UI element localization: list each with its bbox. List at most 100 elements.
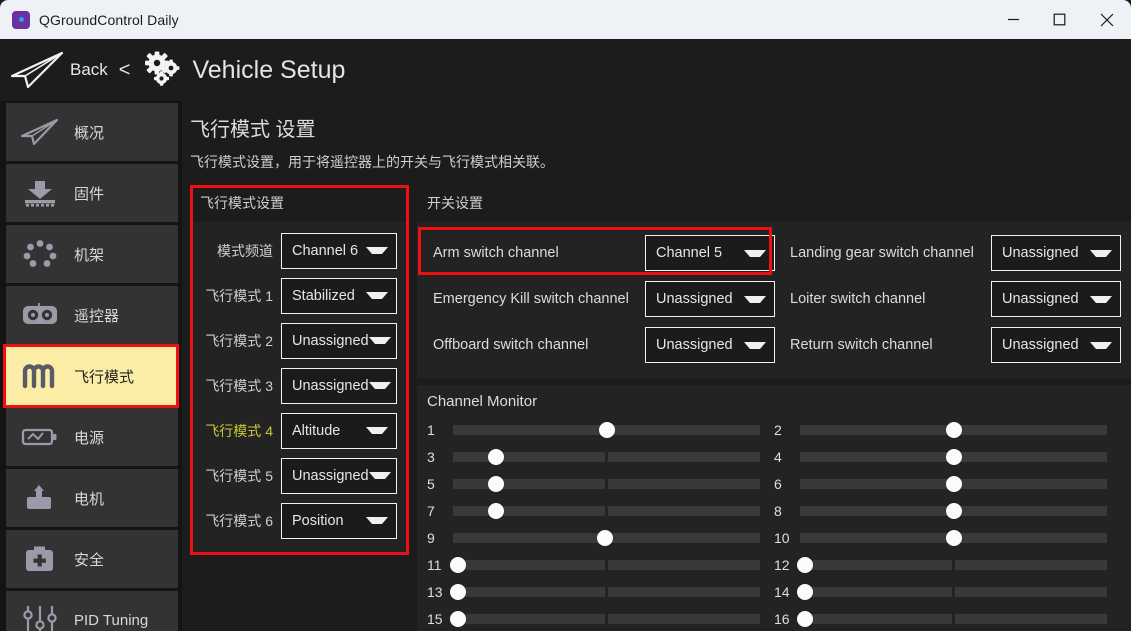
- switch-channel-dropdown[interactable]: Unassigned: [645, 327, 775, 363]
- chevron-down-icon: [369, 382, 391, 389]
- channel-bar-right-half: [608, 479, 760, 489]
- flight-mode-row: 飞行模式 3Unassigned: [202, 363, 397, 408]
- chevron-down-icon: [369, 337, 391, 344]
- maximize-button[interactable]: [1036, 0, 1082, 39]
- flight-mode-label: 飞行模式 5: [202, 466, 273, 486]
- window-titlebar: QGroundControl Daily: [0, 0, 1131, 39]
- chevron-down-icon: [744, 250, 766, 257]
- flight-mode-dropdown[interactable]: Channel 6: [281, 233, 397, 269]
- channel-bar-right-half: [955, 533, 1107, 543]
- channel-monitor-row: 6: [774, 470, 1121, 497]
- flight-mode-dropdown[interactable]: Unassigned: [281, 368, 397, 404]
- switch-channel-value: Unassigned: [1002, 337, 1079, 353]
- main-content: 飞行模式 设置 飞行模式设置，用于将遥控器上的开关与飞行模式相关联。 飞行模式设…: [182, 101, 1131, 631]
- switch-channel-dropdown[interactable]: Unassigned: [991, 281, 1121, 317]
- sidebar-item-motors[interactable]: 电机: [6, 469, 178, 527]
- safety-kit-icon: [20, 542, 60, 576]
- channel-bar-left-half: [800, 479, 952, 489]
- channel-number: 7: [427, 503, 453, 519]
- switch-label: Loiter switch channel: [784, 291, 991, 307]
- channel-bar-left-half: [453, 506, 605, 516]
- channel-value-indicator: [946, 503, 962, 519]
- sidebar-item-power[interactable]: 电源: [6, 408, 178, 466]
- channel-bar-left-half: [453, 452, 605, 462]
- switch-left-column: Arm switch channelChannel 5 Emergency Kil…: [427, 230, 784, 368]
- paper-plane-icon[interactable]: [8, 50, 66, 90]
- channel-bar-left-half: [453, 614, 605, 624]
- switch-right-row: Loiter switch channelUnassigned: [784, 276, 1121, 322]
- channel-value-indicator: [597, 530, 613, 546]
- channel-value-bar: [800, 560, 1107, 570]
- channel-number: 5: [427, 476, 453, 492]
- switch-channel-dropdown[interactable]: Channel 5: [645, 235, 775, 271]
- channel-bar-right-half: [608, 533, 760, 543]
- switch-left-row: Offboard switch channelUnassigned: [427, 322, 784, 368]
- channel-value-indicator: [797, 584, 813, 600]
- minimize-button[interactable]: [990, 0, 1036, 39]
- flight-mode-dropdown[interactable]: Position: [281, 503, 397, 539]
- close-button[interactable]: [1082, 0, 1131, 39]
- chevron-down-icon: [744, 342, 766, 349]
- channel-bar-left-half: [800, 614, 952, 624]
- flight-mode-label: 飞行模式 4: [202, 421, 273, 441]
- switch-label: Arm switch channel: [427, 245, 645, 261]
- switch-channel-dropdown[interactable]: Unassigned: [991, 235, 1121, 271]
- app-header: Back <: [0, 39, 1131, 101]
- channel-value-indicator: [488, 476, 504, 492]
- channel-value-bar: [800, 533, 1107, 543]
- channel-value-indicator: [797, 557, 813, 573]
- sidebar-item-safety[interactable]: 安全: [6, 530, 178, 588]
- channel-value-indicator: [946, 476, 962, 492]
- switch-channel-dropdown[interactable]: Unassigned: [991, 327, 1121, 363]
- channel-monitor-row: 13: [427, 578, 774, 605]
- flight-mode-label: 飞行模式 2: [202, 331, 273, 351]
- sidebar-item-summary[interactable]: 概况: [6, 103, 178, 161]
- channel-monitor-row: 14: [774, 578, 1121, 605]
- channel-bar-right-half: [608, 614, 760, 624]
- channel-bar-right-half: [608, 452, 760, 462]
- sidebar-item-flight-modes[interactable]: 飞行模式: [6, 347, 178, 405]
- switch-left-row: Emergency Kill switch channelUnassigned: [427, 276, 784, 322]
- flight-mode-value: Stabilized: [292, 288, 355, 304]
- channel-value-indicator: [450, 557, 466, 573]
- sidebar-item-pid-tuning[interactable]: PID Tuning: [6, 591, 178, 631]
- channel-monitor-row: 4: [774, 443, 1121, 470]
- back-chevron-icon[interactable]: <: [119, 59, 131, 82]
- flight-mode-dropdown[interactable]: Altitude: [281, 413, 397, 449]
- channel-bar-left-half: [453, 533, 608, 543]
- channel-bar-right-half: [955, 425, 1107, 435]
- flight-mode-row: 飞行模式 5 Unassigned: [202, 453, 397, 498]
- channel-bar-right-half: [955, 452, 1107, 462]
- channel-bar-right-half: [955, 587, 1107, 597]
- section-title: 飞行模式 设置: [190, 113, 1131, 142]
- window-controls: [990, 0, 1131, 39]
- sidebar-item-label: 电机: [74, 488, 104, 509]
- channel-value-bar: [800, 614, 1107, 624]
- firmware-download-icon: [20, 176, 60, 210]
- sidebar-item-firmware[interactable]: 固件: [6, 164, 178, 222]
- channel-bar-right-half: [608, 506, 760, 516]
- channel-monitor-row: 8: [774, 497, 1121, 524]
- sliders-icon: [20, 603, 60, 631]
- chevron-down-icon: [744, 296, 766, 303]
- switch-settings-title: 开关设置: [417, 185, 1131, 222]
- section-description: 飞行模式设置，用于将遥控器上的开关与飞行模式相关联。: [190, 152, 1131, 172]
- channel-number: 10: [774, 530, 800, 546]
- chevron-down-icon: [366, 517, 388, 524]
- switch-settings-panel: Arm switch channelChannel 5 Emergency Kil…: [417, 222, 1131, 378]
- sidebar-item-radio[interactable]: 遥控器: [6, 286, 178, 344]
- channel-value-indicator: [488, 449, 504, 465]
- sidebar-item-label: 遥控器: [74, 305, 119, 326]
- chevron-down-icon: [369, 472, 391, 479]
- app-body: 概况 固件 机架 遥控器: [0, 101, 1131, 631]
- switch-channel-dropdown[interactable]: Unassigned: [645, 281, 775, 317]
- channel-monitor-row: 2: [774, 416, 1121, 443]
- flight-mode-dropdown[interactable]: Unassigned: [281, 323, 397, 359]
- sidebar-item-airframe[interactable]: 机架: [6, 225, 178, 283]
- back-label[interactable]: Back: [70, 60, 108, 80]
- channel-value-indicator: [599, 422, 615, 438]
- flight-mode-dropdown[interactable]: Unassigned: [281, 458, 397, 494]
- channel-value-bar: [800, 506, 1107, 516]
- radio-controller-icon: [20, 298, 60, 332]
- flight-mode-dropdown[interactable]: Stabilized: [281, 278, 397, 314]
